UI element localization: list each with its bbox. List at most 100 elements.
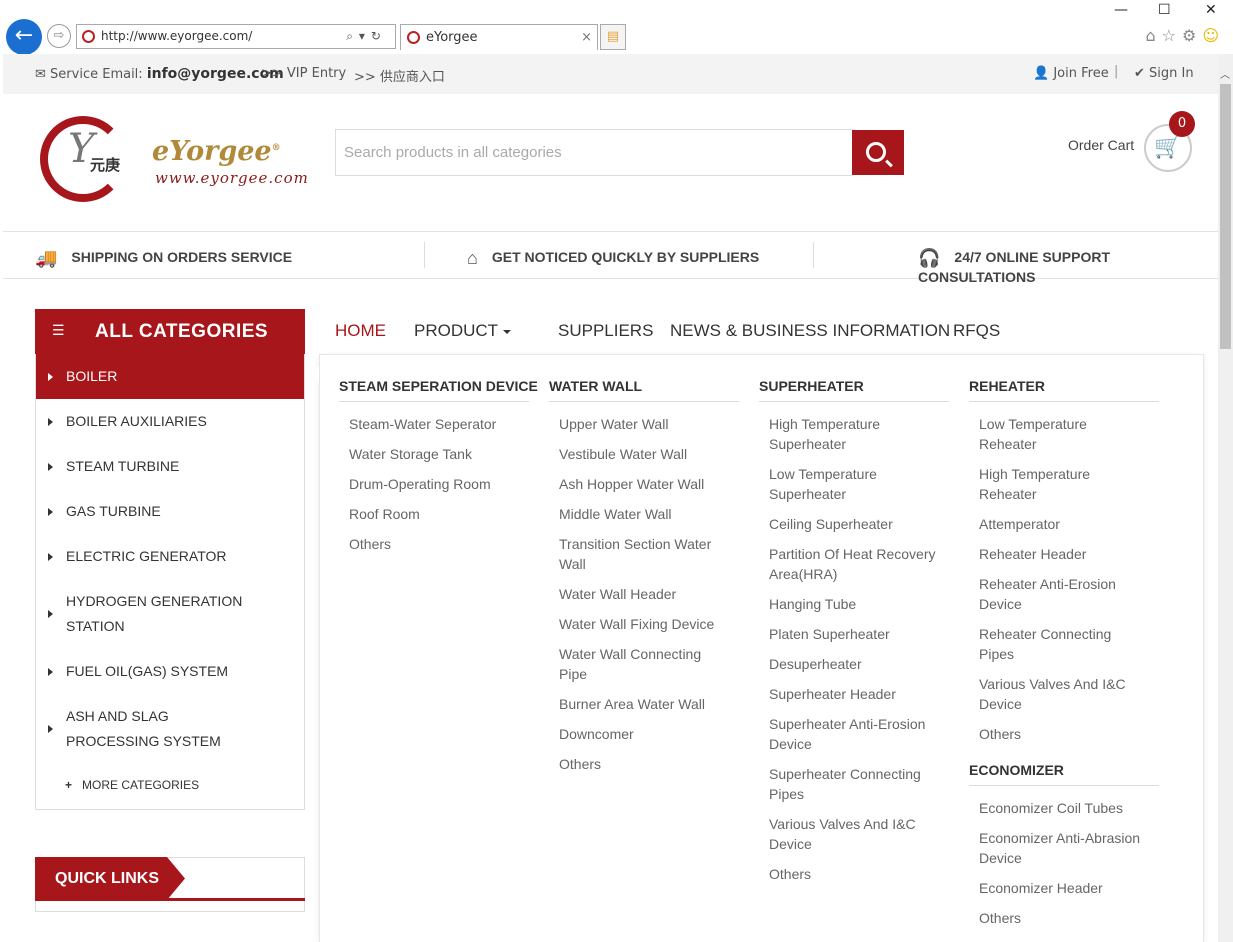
mega-link[interactable]: Low Temperature Superheater xyxy=(769,464,919,504)
mega-col-head[interactable]: WATER WALL xyxy=(549,378,739,402)
nav-product[interactable]: PRODUCT xyxy=(414,321,512,341)
supplier-entry-link[interactable]: >> 供应商入口 xyxy=(354,66,445,85)
browser-tab[interactable]: eYorgee × xyxy=(400,24,598,50)
close-window-icon[interactable]: ✕ xyxy=(1205,2,1217,18)
mega-link[interactable]: Superheater Header xyxy=(769,684,896,704)
mega-link[interactable]: Superheater Connecting Pipes xyxy=(769,764,934,804)
join-free-label: Join Free xyxy=(1053,66,1109,81)
check-icon: ✔ xyxy=(1134,66,1145,81)
order-cart-label[interactable]: Order Cart xyxy=(1068,137,1134,153)
smiley-icon[interactable]: ☺ xyxy=(1202,26,1225,45)
mega-link[interactable]: Reheater Anti-Erosion Device xyxy=(979,574,1139,614)
caret-right-icon xyxy=(48,725,53,733)
mega-link[interactable]: Others xyxy=(979,724,1021,744)
caret-right-icon xyxy=(48,372,53,381)
mega-link[interactable]: Water Storage Tank xyxy=(349,444,472,464)
top-strip: ✉ Service Email: info@yorgee.com >> VIP … xyxy=(3,54,1218,94)
sign-in-link[interactable]: ✔ Sign In xyxy=(1134,66,1194,81)
mega-link[interactable]: Various Valves And I&C Device xyxy=(979,674,1144,714)
plus-icon: + xyxy=(65,778,73,792)
mega-link[interactable]: Others xyxy=(349,534,391,554)
maximize-icon[interactable]: ☐ xyxy=(1158,2,1171,18)
sign-in-label: Sign In xyxy=(1149,66,1194,81)
mega-link[interactable]: Reheater Connecting Pipes xyxy=(979,624,1129,664)
scroll-up-icon[interactable]: ︿ xyxy=(1220,66,1230,81)
mega-link[interactable]: Downcomer xyxy=(559,724,634,744)
mega-link[interactable]: Ceiling Superheater xyxy=(769,514,893,534)
mega-link[interactable]: Steam-Water Seperator xyxy=(349,414,496,434)
caret-right-icon xyxy=(48,552,53,561)
tab-close-icon[interactable]: × xyxy=(581,25,592,51)
mega-link[interactable]: Transition Section Water Wall xyxy=(559,534,729,574)
mega-link[interactable]: Water Wall Connecting Pipe xyxy=(559,644,729,684)
category-item-ash-slag[interactable]: ASH AND SLAG PROCESSING SYSTEM xyxy=(36,704,304,754)
mega-link[interactable]: Drum-Operating Room xyxy=(349,474,491,494)
mega-link[interactable]: Vestibule Water Wall xyxy=(559,444,687,464)
mega-link[interactable]: High Temperature Reheater xyxy=(979,464,1119,504)
mega-link[interactable]: Various Valves And I&C Device xyxy=(769,814,934,854)
mega-link[interactable]: Low Temperature Reheater xyxy=(979,414,1119,454)
category-item-hydrogen-generation[interactable]: HYDROGEN GENERATION STATION xyxy=(36,589,304,639)
nav-news[interactable]: NEWS & BUSINESS INFORMATION xyxy=(670,321,950,341)
category-item-electric-generator[interactable]: ELECTRIC GENERATOR xyxy=(36,544,304,569)
mega-link[interactable]: Attemperator xyxy=(979,514,1060,534)
home-icon[interactable]: ⌂ xyxy=(1145,26,1161,45)
nav-suppliers[interactable]: SUPPLIERS xyxy=(558,321,653,341)
mega-link[interactable]: Roof Room xyxy=(349,504,420,524)
mega-col-head[interactable]: REHEATER xyxy=(969,378,1159,402)
mega-link[interactable]: Partition Of Heat Recovery Area(HRA) xyxy=(769,544,944,584)
mega-col-head[interactable]: ECONOMIZER xyxy=(969,762,1159,786)
headphones-icon: 🎧 xyxy=(918,248,941,268)
new-tab-button[interactable]: ▤ xyxy=(600,24,626,50)
gear-icon[interactable]: ⚙ xyxy=(1182,26,1202,45)
category-item-boiler-auxiliaries[interactable]: BOILER AUXILIARIES xyxy=(36,409,304,434)
mega-link[interactable]: High Temperature Superheater xyxy=(769,414,919,454)
topbar-divider: | xyxy=(1114,64,1119,79)
address-bar[interactable]: http://www.eyorgee.com/ ⌕▾↻ xyxy=(76,24,396,49)
feature-support: 🎧 24/7 ONLINE SUPPORT CONSULTATIONS xyxy=(918,248,1111,285)
vip-entry-link[interactable]: >> VIP Entry xyxy=(261,66,346,81)
mega-link[interactable]: Ash Hopper Water Wall xyxy=(559,474,704,494)
mega-link[interactable]: Water Wall Header xyxy=(559,584,676,604)
category-item-fuel-oil-gas[interactable]: FUEL OIL(GAS) SYSTEM xyxy=(36,659,304,684)
scrollbar-thumb[interactable] xyxy=(1220,84,1231,349)
category-item-boiler[interactable]: BOILER xyxy=(36,354,304,399)
back-arrow-icon[interactable]: ← xyxy=(6,19,42,55)
site-logo[interactable]: Y 元庚 xyxy=(40,116,130,202)
nav-home[interactable]: HOME xyxy=(335,321,386,341)
mega-link[interactable]: Hanging Tube xyxy=(769,594,856,614)
mega-link[interactable]: Economizer Anti-Abrasion Device xyxy=(979,828,1159,868)
mega-link[interactable]: Others xyxy=(769,864,811,884)
nav-rfqs[interactable]: RFQS xyxy=(953,321,1000,341)
mega-link[interactable]: Platen Superheater xyxy=(769,624,890,644)
mega-link[interactable]: Others xyxy=(979,908,1021,928)
mega-link[interactable]: Economizer Header xyxy=(979,878,1103,898)
caret-right-icon xyxy=(48,667,53,676)
search-button[interactable] xyxy=(852,130,904,175)
mega-col-head[interactable]: SUPERHEATER xyxy=(759,378,949,402)
forward-arrow-icon[interactable]: ⇨ xyxy=(47,24,71,48)
mega-link[interactable]: Others xyxy=(559,754,601,774)
category-item-steam-turbine[interactable]: STEAM TURBINE xyxy=(36,454,304,479)
category-item-gas-turbine[interactable]: GAS TURBINE xyxy=(36,499,304,524)
mega-link[interactable]: Superheater Anti-Erosion Device xyxy=(769,714,939,754)
star-icon[interactable]: ☆ xyxy=(1162,26,1182,45)
mega-link[interactable]: Economizer Coil Tubes xyxy=(979,798,1123,818)
mega-link[interactable]: Water Wall Fixing Device xyxy=(559,614,714,634)
mega-link[interactable]: Burner Area Water Wall xyxy=(559,694,705,714)
mega-link[interactable]: Desuperheater xyxy=(769,654,862,674)
minimize-icon[interactable]: — xyxy=(1114,2,1128,18)
address-tools-icon[interactable]: ⌕▾↻ xyxy=(346,25,387,48)
feature-divider xyxy=(813,242,814,268)
join-free-link[interactable]: 👤 Join Free xyxy=(1033,66,1109,81)
page-scrollbar[interactable]: ︿ xyxy=(1218,54,1233,942)
mega-link[interactable]: Upper Water Wall xyxy=(559,414,668,434)
search-input[interactable] xyxy=(335,129,853,176)
mega-col-head[interactable]: STEAM SEPERATION DEVICE xyxy=(339,378,538,402)
mega-link[interactable]: Middle Water Wall xyxy=(559,504,672,524)
mega-link[interactable]: Reheater Header xyxy=(979,544,1086,564)
more-categories-link[interactable]: + MORE CATEGORIES xyxy=(65,778,209,792)
caret-right-icon xyxy=(48,610,53,618)
search-icon xyxy=(866,142,886,162)
categories-header[interactable]: ☰ ALL CATEGORIES xyxy=(35,309,305,354)
